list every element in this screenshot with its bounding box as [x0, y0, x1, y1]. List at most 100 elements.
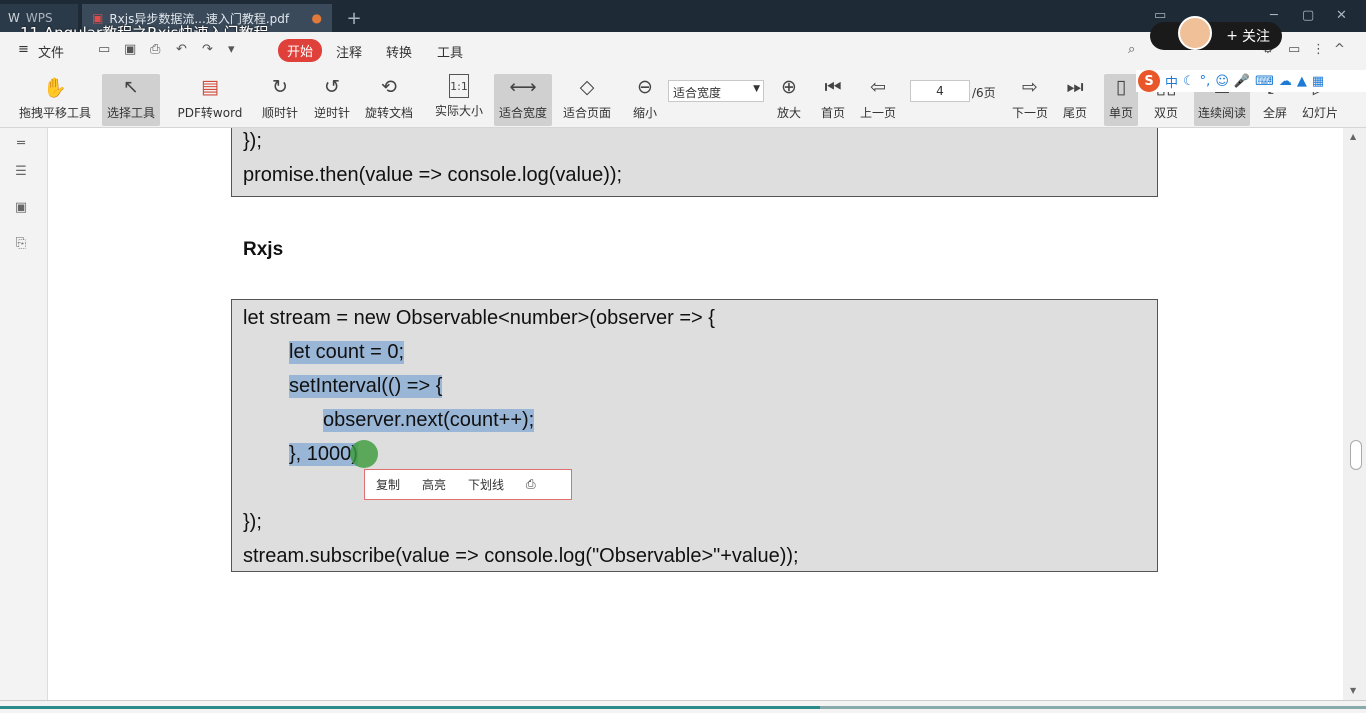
follow-button[interactable]: + 关注: [1150, 22, 1282, 50]
video-progress-bar[interactable]: [0, 706, 1366, 709]
scrollbar-thumb[interactable]: [1350, 440, 1362, 470]
more-icon[interactable]: ⋮: [1312, 42, 1325, 57]
first-page-icon: ⏮: [824, 76, 842, 98]
fit-page-icon: ◇: [579, 76, 595, 98]
maximize-icon[interactable]: ▢: [1302, 8, 1314, 23]
scroll-up-icon[interactable]: ▲: [1350, 132, 1356, 141]
fit-width-button[interactable]: ⟷ 适合宽度: [494, 74, 552, 126]
code-block-promise: }); promise.then(value => console.log(va…: [231, 128, 1158, 197]
chevron-down-icon: ▼: [753, 84, 760, 94]
single-page-button[interactable]: ▯ 单页: [1104, 74, 1138, 126]
hand-icon: ✋: [43, 76, 67, 99]
video-progress-fill: [0, 706, 820, 709]
previous-page-button[interactable]: ⇦ 上一页: [858, 74, 898, 126]
code-line-selected: }, 1000): [289, 443, 358, 466]
collapse-icon[interactable]: ^: [1334, 42, 1345, 57]
unsaved-dot-icon[interactable]: ●: [312, 11, 322, 25]
close-icon[interactable]: ✕: [1336, 8, 1347, 23]
rotate-counterclockwise-button[interactable]: ↺ 逆时针: [310, 74, 354, 126]
punctuation-icon[interactable]: °,: [1200, 74, 1211, 89]
minimize-icon[interactable]: ─: [1270, 8, 1278, 23]
zoom-out-button[interactable]: ⊖ 缩小: [628, 74, 662, 126]
next-page-button[interactable]: ⇨ 下一页: [1008, 74, 1052, 126]
sogou-logo-icon[interactable]: S: [1138, 70, 1160, 92]
new-tab-button[interactable]: +: [342, 4, 366, 32]
sidebar-collapse-icon[interactable]: ═: [12, 136, 30, 154]
text-cursor-indicator: [350, 440, 378, 468]
document-viewer: }); promise.then(value => console.log(va…: [48, 128, 1343, 700]
select-tool-button[interactable]: ↖ 选择工具: [102, 74, 160, 126]
pan-tool-button[interactable]: ✋ 拖拽平移工具: [16, 74, 94, 126]
menu-convert[interactable]: 转换: [386, 42, 412, 61]
ime-bar: S 中 ☾ °, ☺ 🎤 ⌨ ☁ ▲ ▦: [1136, 70, 1366, 92]
print-icon[interactable]: ⎙: [150, 42, 160, 57]
cursor-icon: ↖: [123, 76, 139, 98]
rotate-ccw-icon: ↺: [324, 76, 340, 98]
highlight-button[interactable]: 高亮: [411, 476, 457, 493]
grid-icon[interactable]: ▦: [1312, 74, 1324, 89]
copy-button[interactable]: 复制: [365, 476, 411, 493]
vertical-scrollbar[interactable]: ▲ ▼: [1343, 128, 1366, 700]
thumbnail-icon[interactable]: ▣: [12, 200, 30, 218]
zoom-in-icon: ⊕: [781, 76, 797, 98]
open-folder-icon[interactable]: ▭: [98, 42, 110, 57]
actual-size-icon: 1:1: [449, 74, 469, 98]
underline-button[interactable]: 下划线: [457, 476, 515, 493]
first-page-button[interactable]: ⏮ 首页: [816, 74, 850, 126]
page-total: /6页: [972, 86, 996, 100]
code-line: promise.then(value => console.log(value)…: [243, 164, 623, 186]
last-page-button[interactable]: ⏭ 尾页: [1058, 74, 1092, 126]
zoom-in-button[interactable]: ⊕ 放大: [772, 74, 806, 126]
code-line: let stream = new Observable<number>(obse…: [243, 307, 715, 329]
menu-file[interactable]: 文件: [38, 42, 64, 61]
outline-icon[interactable]: ☰: [12, 164, 30, 182]
microphone-icon[interactable]: 🎤: [1234, 74, 1250, 89]
rotate-cw-icon: ↻: [272, 76, 288, 98]
rotate-doc-icon: ⟲: [381, 76, 397, 98]
undo-icon[interactable]: ↶: [176, 42, 187, 57]
hamburger-icon[interactable]: ≡: [18, 42, 29, 57]
actual-size-button[interactable]: 1:1 实际大小: [432, 74, 486, 126]
comment-icon[interactable]: ▭: [1288, 42, 1300, 57]
window-icon[interactable]: ▭: [1154, 8, 1166, 23]
code-line-selected: setInterval(() => {: [289, 375, 443, 398]
code-line: stream.subscribe(value => console.log("O…: [243, 545, 799, 567]
shirt-icon[interactable]: ▲: [1297, 74, 1307, 89]
selection-context-menu: 复制 高亮 下划线 ⎙: [364, 469, 572, 500]
skin-icon[interactable]: ☁: [1279, 74, 1292, 89]
last-page-icon: ⏭: [1066, 76, 1084, 98]
keyboard-icon[interactable]: ⌨: [1255, 74, 1274, 89]
quick-access-icon[interactable]: ▾: [228, 42, 235, 57]
next-page-icon: ⇨: [1022, 76, 1038, 98]
search-icon[interactable]: ⌕: [1128, 42, 1135, 57]
section-heading: Rxjs: [243, 239, 284, 260]
rotate-document-button[interactable]: ⟲ 旋转文档: [362, 74, 416, 126]
code-line: });: [243, 130, 262, 152]
page-number-input[interactable]: 4: [910, 80, 970, 102]
code-line: });: [243, 511, 262, 533]
moon-icon[interactable]: ☾: [1183, 74, 1195, 89]
scroll-down-icon[interactable]: ▼: [1350, 686, 1356, 695]
rotate-clockwise-button[interactable]: ↻ 顺时针: [258, 74, 302, 126]
menu-tools[interactable]: 工具: [437, 42, 463, 61]
pdf-word-icon: ▤: [201, 76, 219, 98]
zoom-out-icon: ⊖: [637, 76, 653, 98]
menu-start[interactable]: 开始: [278, 39, 323, 62]
redo-icon[interactable]: ↷: [202, 42, 213, 57]
save-icon[interactable]: ▣: [124, 42, 136, 57]
previous-page-icon: ⇦: [870, 76, 886, 98]
ime-chinese-mode[interactable]: 中: [1165, 72, 1178, 91]
avatar[interactable]: [1178, 16, 1212, 50]
fit-page-button[interactable]: ◇ 适合页面: [560, 74, 614, 126]
code-line-selected: let count = 0;: [289, 341, 405, 364]
menu-annotate[interactable]: 注释: [336, 42, 362, 61]
attachment-icon[interactable]: ⎘: [12, 236, 30, 254]
code-line-selected: observer.next(count++);: [323, 409, 535, 432]
emoji-icon[interactable]: ☺: [1215, 74, 1229, 89]
pdf-to-word-button[interactable]: ▤ PDF转word: [176, 74, 244, 126]
pdf-convert-icon[interactable]: ⎙: [515, 477, 547, 492]
single-page-icon: ▯: [1115, 76, 1127, 98]
zoom-select[interactable]: 适合宽度 ▼: [668, 80, 764, 102]
wps-logo-icon: W: [8, 11, 20, 25]
code-block-rxjs[interactable]: let stream = new Observable<number>(obse…: [231, 299, 1158, 572]
